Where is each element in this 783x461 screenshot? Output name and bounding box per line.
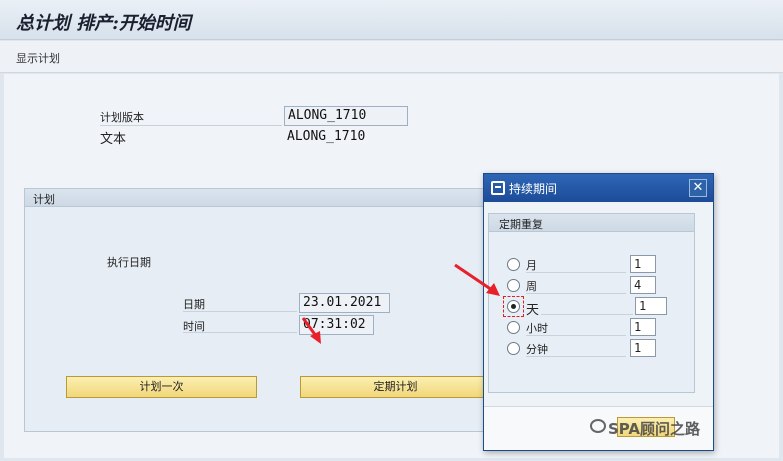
radio-minute[interactable] <box>507 342 520 355</box>
exec-date-label: 执行日期 <box>107 256 151 269</box>
plan-group-title: 计划 <box>33 193 55 206</box>
text-label: 文本 <box>100 132 127 147</box>
divider <box>183 311 297 312</box>
plan-group: 计划 执行日期 日期 23.01.2021 时间 07:31:02 计划一次 定… <box>24 188 540 432</box>
display-plan-menu[interactable]: 显示计划 <box>16 50 60 66</box>
periodic-repeat-group: 定期重复 月 1 周 4 天 1 小时 1 分钟 1 <box>488 213 695 393</box>
divider <box>526 272 626 273</box>
divider <box>526 356 626 357</box>
divider <box>183 332 297 333</box>
month-value-input[interactable]: 1 <box>630 255 656 273</box>
dialog-title-bar[interactable]: 持续期间 ✕ <box>484 174 713 202</box>
day-value-input[interactable]: 1 <box>635 297 667 315</box>
option-label-day: 天 <box>526 303 540 318</box>
wechat-icon <box>590 419 606 433</box>
radio-hour[interactable] <box>507 321 520 334</box>
dialog-title: 持续期间 <box>509 182 558 196</box>
divider <box>100 125 282 126</box>
option-label-minute: 分钟 <box>526 343 548 356</box>
plan-once-button[interactable]: 计划一次 <box>66 376 257 398</box>
text-value: ALONG_1710 <box>287 129 366 144</box>
periodic-plan-button[interactable]: 定期计划 <box>300 376 491 398</box>
option-label-week: 周 <box>526 280 537 293</box>
window-icon <box>491 181 505 195</box>
hour-value-input[interactable]: 1 <box>630 318 656 336</box>
divider <box>526 335 626 336</box>
date-label: 日期 <box>183 298 205 311</box>
time-field[interactable]: 07:31:02 <box>299 315 374 335</box>
periodic-repeat-title: 定期重复 <box>499 218 543 231</box>
title-bar: 总计划 排产:开始时间 <box>0 0 783 40</box>
option-label-month: 月 <box>526 259 537 272</box>
toolbar: 显示计划 <box>0 41 783 73</box>
divider <box>541 314 633 315</box>
radio-week[interactable] <box>507 279 520 292</box>
plan-version-field[interactable]: ALONG_1710 <box>284 106 408 126</box>
duration-dialog: 持续期间 ✕ 定期重复 月 1 周 4 天 1 小时 1 分钟 1 <box>483 173 714 451</box>
plan-version-label: 计划版本 <box>100 111 144 124</box>
week-value-input[interactable]: 4 <box>630 276 656 294</box>
periodic-repeat-header: 定期重复 <box>489 214 694 232</box>
radio-month[interactable] <box>507 258 520 271</box>
date-field[interactable]: 23.01.2021 <box>299 293 390 313</box>
divider <box>526 293 626 294</box>
minute-value-input[interactable]: 1 <box>630 339 656 357</box>
plan-group-header: 计划 <box>25 189 539 207</box>
watermark: SPA顾问之路 <box>608 420 701 438</box>
page-title: 总计划 排产:开始时间 <box>16 13 191 34</box>
option-label-hour: 小时 <box>526 322 548 335</box>
close-icon[interactable]: ✕ <box>689 179 707 197</box>
radio-day[interactable] <box>507 300 520 313</box>
